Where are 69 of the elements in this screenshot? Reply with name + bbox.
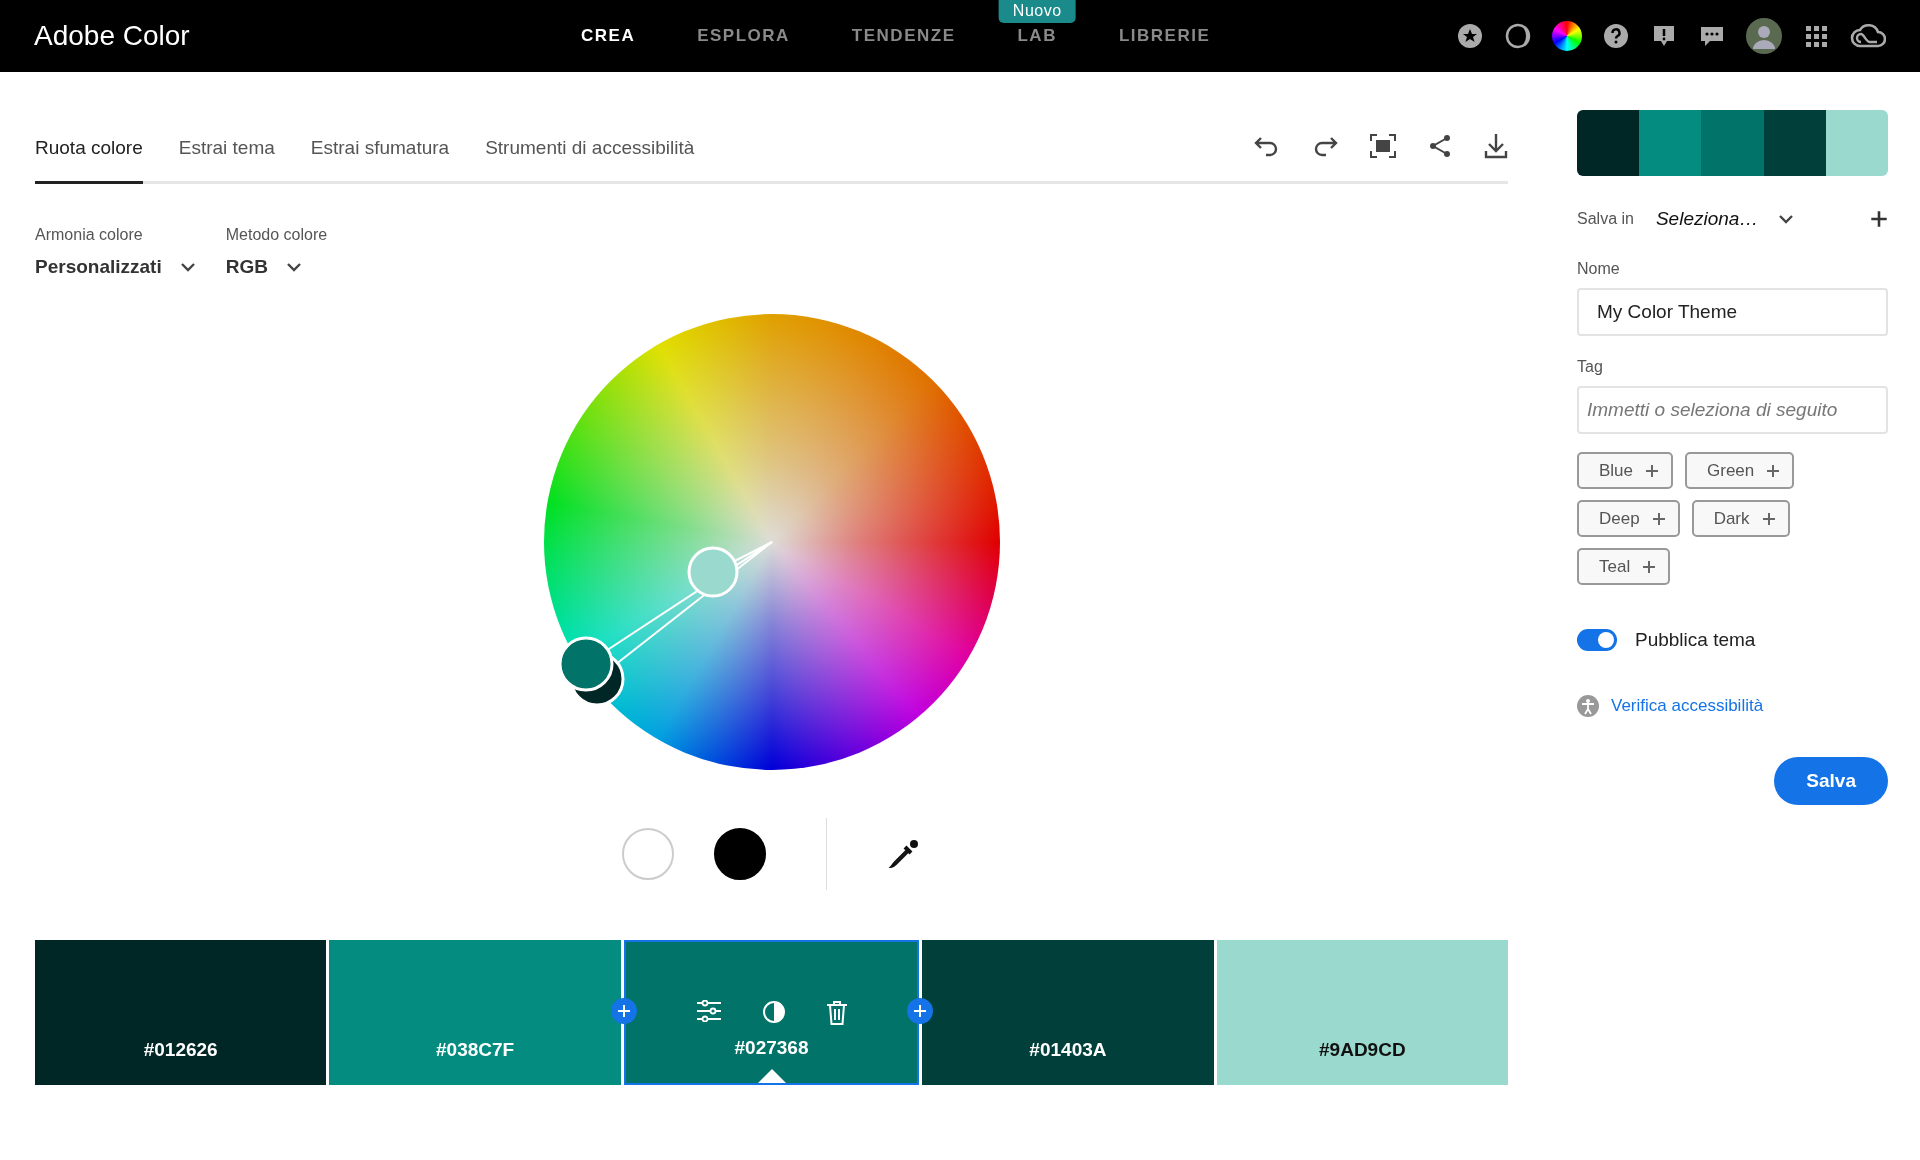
chevron-down-icon (1778, 214, 1795, 224)
new-badge: Nuovo (998, 0, 1076, 23)
dropdown-label: Armonia colore (35, 226, 144, 244)
plus-icon (912, 1004, 927, 1018)
download-icon[interactable] (1484, 133, 1508, 159)
tag-button[interactable]: Deep (1577, 500, 1680, 537)
trash-icon[interactable] (825, 1000, 848, 1026)
nav-link[interactable]: TENDENZE (820, 26, 987, 46)
color-swatch[interactable]: #027368 (623, 940, 920, 1085)
toggle-label: Pubblica tema (1635, 629, 1756, 651)
accessibility-link[interactable]: Verifica accessibilità (1611, 696, 1764, 716)
chevron-down-icon (285, 262, 302, 272)
dropdown[interactable]: RGB (225, 256, 386, 278)
cloud-logo-icon[interactable] (1850, 22, 1886, 50)
help-icon[interactable] (1602, 22, 1630, 50)
nav-link[interactable]: ESPLORA (666, 26, 821, 46)
library-dropdown[interactable]: Seleziona… (1655, 208, 1795, 230)
field-label: Nome (1577, 260, 1621, 278)
undo-icon[interactable] (1254, 135, 1280, 157)
tab[interactable]: Estrai sfumatura (310, 137, 450, 184)
plus-icon (1642, 559, 1657, 574)
tag-button[interactable]: Teal (1577, 548, 1671, 585)
color-handle[interactable] (687, 546, 738, 598)
nav-link[interactable]: LIBRERIE (1087, 26, 1242, 46)
tab[interactable]: Strumenti di accessibilità (485, 137, 695, 184)
plus-icon (1870, 210, 1888, 228)
tag-button[interactable]: Green (1685, 452, 1795, 489)
add-library-button[interactable] (1870, 210, 1888, 228)
plus-icon (1651, 511, 1666, 526)
hex-code: #01403A (1029, 1039, 1107, 1061)
plus-icon (1645, 463, 1660, 478)
save-in-label: Salva in (1577, 210, 1634, 228)
color-swatch[interactable]: #01403A (922, 940, 1214, 1085)
tag-field[interactable]: Immetti o seleziona di seguito (1577, 386, 1888, 434)
tag-button[interactable]: Dark (1691, 500, 1790, 537)
plus-icon (1761, 511, 1776, 526)
hex-code: #012626 (143, 1039, 218, 1061)
nav-link[interactable]: CREA (550, 26, 667, 46)
avatar-icon[interactable] (1746, 18, 1782, 54)
nav-link[interactable]: LAB (986, 26, 1088, 46)
swatch-button[interactable] (714, 828, 766, 880)
redo-icon[interactable] (1312, 135, 1338, 157)
name-field[interactable]: My Color Theme (1577, 288, 1888, 336)
brand-name: Adobe Color (34, 20, 191, 52)
accessibility-icon (1577, 695, 1599, 717)
save-button[interactable]: Salva (1774, 757, 1888, 805)
field-label: Tag (1577, 358, 1604, 376)
color-swatch[interactable]: #012626 (35, 940, 327, 1085)
tag-button[interactable]: Blue (1577, 452, 1674, 489)
hex-code: #9AD9CD (1319, 1039, 1406, 1061)
plus-icon (1766, 463, 1781, 478)
tab[interactable]: Ruota colore (35, 137, 143, 184)
dropdown[interactable]: Personalizzati (35, 256, 196, 278)
tab[interactable]: Estrai tema (178, 137, 275, 184)
hex-code: #027368 (734, 1037, 809, 1059)
contrast-icon[interactable] (761, 1000, 786, 1026)
dropdown-label: Metodo colore (225, 226, 329, 244)
color-swatch[interactable]: #038C7F (329, 940, 621, 1085)
color-wheel-icon[interactable] (1552, 21, 1582, 51)
share-icon[interactable] (1428, 134, 1452, 158)
publish-toggle[interactable] (1577, 629, 1617, 651)
color-swatch[interactable]: #9AD9CD (1216, 940, 1509, 1085)
triangle-icon (757, 1069, 786, 1083)
eyedropper-icon[interactable] (887, 837, 921, 871)
fullscreen-icon[interactable] (1370, 134, 1396, 158)
plus-icon (617, 1004, 632, 1018)
overlapping-handles-drawing[interactable] (558, 636, 624, 707)
chevron-down-icon (179, 262, 196, 272)
hex-code: #038C7F (436, 1039, 515, 1061)
